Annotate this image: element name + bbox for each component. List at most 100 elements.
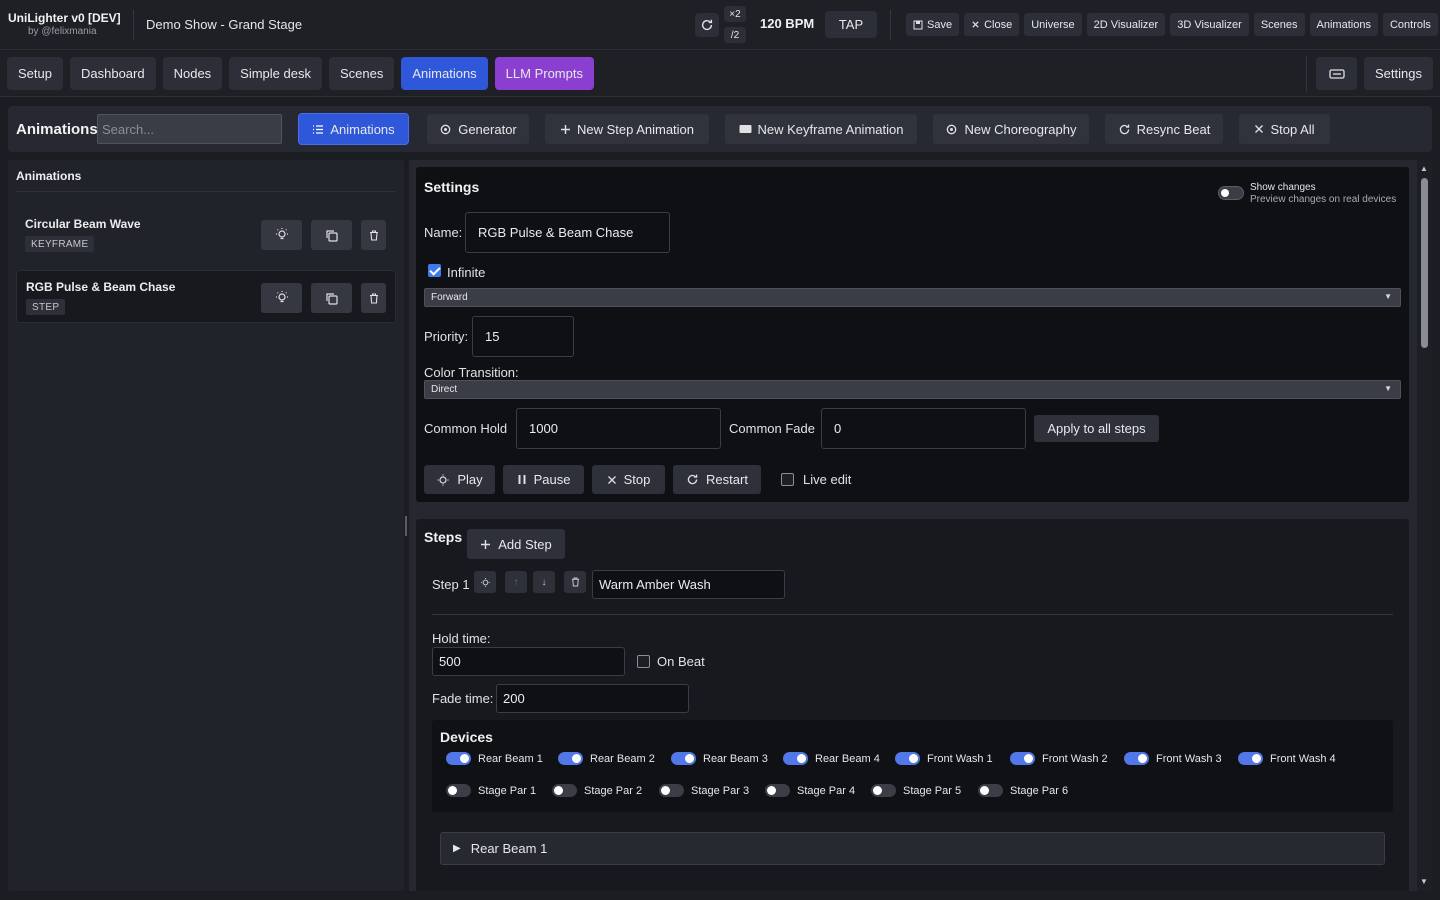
device-toggle[interactable]: Rear Beam 3 [671,752,768,765]
resync-beat-button[interactable]: Resync Beat [1105,114,1223,144]
move-step-up-button[interactable]: ↑ [505,571,527,593]
device-toggle[interactable]: Rear Beam 2 [558,752,655,765]
device-toggle[interactable]: Stage Par 3 [659,784,749,797]
visualizer-2d-button[interactable]: 2D Visualizer [1086,13,1166,36]
settings-button[interactable]: Settings [1364,57,1433,90]
scroll-down-icon[interactable]: ▼ [1420,877,1428,886]
device-toggle[interactable]: Front Wash 3 [1124,752,1222,765]
close-button[interactable]: Close [964,13,1020,36]
step-name-input[interactable] [592,570,785,599]
tap-tempo-button[interactable]: TAP [825,11,877,38]
list-item[interactable]: Circular Beam Wave KEYFRAME [16,208,396,261]
save-button[interactable]: Save [906,13,960,36]
direction-select[interactable]: Forward ▼ [424,288,1401,307]
name-input[interactable] [465,212,670,253]
tab-simple-desk[interactable]: Simple desk [229,57,322,90]
divider [890,10,891,40]
caret-right-icon: ▶ [453,843,461,854]
device-toggle[interactable]: Stage Par 4 [765,784,855,797]
step-preview-button[interactable] [474,571,496,593]
tab-scenes[interactable]: Scenes [328,57,395,90]
device-toggle[interactable]: Front Wash 1 [895,752,993,765]
common-fade-input[interactable] [821,408,1026,449]
on-beat-checkbox[interactable] [637,655,650,668]
plus-icon [481,539,491,549]
animations-list-label: Animations [330,121,395,137]
preview-button[interactable] [261,220,302,250]
tab-animations[interactable]: Animations [401,57,488,90]
apply-all-steps-button[interactable]: Apply to all steps [1034,415,1159,442]
stop-all-button[interactable]: Stop All [1239,114,1330,144]
close-icon [607,475,616,484]
play-button[interactable]: Play [424,465,495,494]
device-toggle[interactable]: Rear Beam 4 [783,752,880,765]
move-step-down-button[interactable]: ↓ [533,571,555,593]
animations-window-button[interactable]: Animations [1309,13,1378,36]
color-transition-select[interactable]: Direct ▼ [424,380,1401,399]
new-keyframe-animation-button[interactable]: New Keyframe Animation [725,114,917,144]
search-input[interactable] [97,114,282,144]
infinite-checkbox[interactable] [428,264,441,277]
beat-sync-button[interactable] [695,13,719,37]
trash-icon [369,292,378,304]
new-keyframe-animation-label: New Keyframe Animation [757,121,904,137]
duplicate-button[interactable] [311,220,352,250]
priority-input[interactable] [472,316,574,357]
duplicate-button[interactable] [311,283,352,313]
scroll-thumb[interactable] [1421,178,1428,348]
keyframe-icon [739,125,752,133]
tab-llm-prompts[interactable]: LLM Prompts [494,57,594,90]
device-toggle[interactable]: Front Wash 2 [1010,752,1108,765]
preview-button[interactable] [261,283,302,313]
new-step-animation-button[interactable]: New Step Animation [545,114,709,144]
device-toggle[interactable]: Stage Par 6 [978,784,1068,797]
fade-time-input[interactable] [496,684,689,713]
device-expander[interactable]: ▶ Rear Beam 1 [440,832,1385,865]
delete-button[interactable] [361,283,386,313]
tab-dashboard[interactable]: Dashboard [69,57,156,90]
restart-button[interactable]: Restart [673,465,761,494]
device-toggle[interactable]: Stage Par 5 [871,784,961,797]
hold-time-input[interactable] [432,647,625,676]
device-toggle[interactable]: Rear Beam 1 [446,752,543,765]
devices-panel: Devices Rear Beam 1 Rear Beam 2 Rear Bea… [432,720,1393,812]
tab-setup[interactable]: Setup [7,57,63,90]
double-bpm-button[interactable]: ×2 [724,6,746,22]
delete-button[interactable] [361,220,386,250]
device-toggle[interactable]: Stage Par 1 [446,784,536,797]
trash-icon [571,577,579,587]
scenes-window-button[interactable]: Scenes [1253,13,1305,36]
list-item[interactable]: RGB Pulse & Beam Chase STEP [16,270,396,323]
settings-card: Settings Show changes Preview changes on… [416,167,1409,502]
add-step-label: Add Step [498,536,552,552]
resync-beat-label: Resync Beat [1136,121,1211,137]
tab-nodes[interactable]: Nodes [162,57,223,90]
direction-value: Forward [431,292,468,303]
scroll-up-icon[interactable]: ▲ [1420,164,1428,173]
generator-label: Generator [458,121,517,137]
color-transition-label: Color Transition: [424,365,519,380]
add-step-button[interactable]: Add Step [467,529,565,559]
animation-name: RGB Pulse & Beam Chase [26,280,176,294]
divider [16,191,396,192]
pause-button[interactable]: Pause [503,465,584,494]
device-toggle[interactable]: Stage Par 2 [552,784,642,797]
scrollbar[interactable]: ▲ ▼ [1417,160,1432,891]
device-toggle[interactable]: Front Wash 4 [1238,752,1336,765]
splitter-handle[interactable] [405,516,407,536]
live-edit-checkbox[interactable] [781,473,794,486]
infinite-label: Infinite [447,265,486,280]
common-hold-input[interactable] [516,408,721,449]
new-choreography-button[interactable]: New Choreography [933,114,1089,144]
controls-window-button[interactable]: Controls [1382,13,1438,36]
stop-button[interactable]: Stop [592,465,665,494]
generator-button[interactable]: Generator [427,114,529,144]
visualizer-3d-button[interactable]: 3D Visualizer [1170,13,1249,36]
delete-step-button[interactable] [564,571,586,593]
keyboard-button[interactable] [1316,57,1357,90]
half-bpm-button[interactable]: /2 [724,27,746,43]
show-changes-toggle[interactable] [1218,186,1244,200]
live-edit-label: Live edit [803,472,852,487]
animations-list-button[interactable]: Animations [298,113,409,145]
universe-button[interactable]: Universe [1024,13,1082,36]
